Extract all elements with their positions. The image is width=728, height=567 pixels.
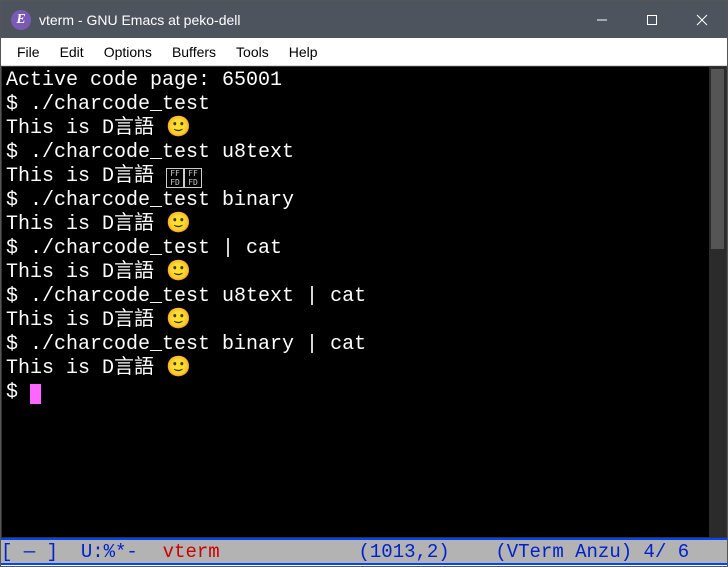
modeline-buffer-name: vterm bbox=[161, 541, 222, 563]
prompt: $ bbox=[6, 93, 30, 116]
prompt: $ bbox=[6, 189, 30, 212]
prompt: $ bbox=[6, 141, 30, 164]
terminal-line: $ bbox=[6, 381, 722, 405]
output-text: This is D言語 bbox=[6, 213, 166, 236]
terminal-line: $ ./charcode_test | cat bbox=[6, 237, 722, 261]
terminal-line: Active code page: 65001 bbox=[6, 69, 722, 93]
prompt: $ bbox=[6, 237, 30, 260]
titlebar: E vterm - GNU Emacs at peko-dell bbox=[1, 1, 727, 38]
terminal-line: $ ./charcode_test binary bbox=[6, 189, 722, 213]
command-text: ./charcode_test u8text bbox=[30, 141, 294, 164]
prompt: $ bbox=[6, 333, 30, 356]
menu-options[interactable]: Options bbox=[94, 41, 162, 63]
command-text: ./charcode_test binary | cat bbox=[30, 333, 366, 356]
smile-emoji: 🙂 bbox=[166, 357, 191, 380]
modeline-mode: (VTerm Anzu) 4/ 6 bbox=[495, 541, 689, 563]
output-text: This is D言語 bbox=[6, 357, 166, 380]
menu-tools[interactable]: Tools bbox=[226, 41, 279, 63]
prompt: $ bbox=[6, 285, 30, 308]
output-text: This is D言語 bbox=[6, 309, 166, 332]
maximize-button[interactable] bbox=[627, 1, 677, 38]
command-text: ./charcode_test bbox=[30, 93, 210, 116]
menu-help[interactable]: Help bbox=[279, 41, 328, 63]
modeline-spacer bbox=[222, 541, 359, 563]
modeline-position: (1013,2) bbox=[358, 541, 449, 563]
replacement-char-icon: FF FD bbox=[166, 168, 184, 188]
terminal-line: $ ./charcode_test binary | cat bbox=[6, 333, 722, 357]
menubar: File Edit Options Buffers Tools Help bbox=[1, 38, 727, 66]
modeline: [ — ] U:%*- vterm (1013,2) (VTerm Anzu) … bbox=[1, 538, 727, 565]
modeline-spacer2 bbox=[450, 541, 496, 563]
terminal-line: $ ./charcode_test u8text bbox=[6, 141, 722, 165]
minimize-button[interactable] bbox=[577, 1, 627, 38]
terminal-line: This is D言語 🙂 bbox=[6, 309, 722, 333]
command-text: ./charcode_test binary bbox=[30, 189, 294, 212]
terminal-area[interactable]: Active code page: 65001$ ./charcode_test… bbox=[1, 66, 727, 538]
prompt: $ bbox=[6, 381, 30, 404]
output-text: Active code page: 65001 bbox=[6, 69, 282, 92]
terminal-line: This is D言語 🙂 bbox=[6, 261, 722, 285]
terminal-line: This is D言語 🙂 bbox=[6, 213, 722, 237]
terminal-line: This is D言語 🙂 bbox=[6, 117, 722, 141]
terminal-line: $ ./charcode_test bbox=[6, 93, 722, 117]
command-text: ./charcode_test u8text | cat bbox=[30, 285, 366, 308]
smile-emoji: 🙂 bbox=[166, 261, 191, 284]
scrollbar-thumb[interactable] bbox=[711, 69, 724, 249]
output-text: This is D言語 bbox=[6, 261, 166, 284]
close-button[interactable] bbox=[677, 1, 727, 38]
menu-buffers[interactable]: Buffers bbox=[162, 41, 226, 63]
output-text: This is D言語 bbox=[6, 117, 166, 140]
replacement-char-icon: FF FD bbox=[184, 168, 202, 188]
terminal-cursor bbox=[30, 384, 41, 404]
smile-emoji: 🙂 bbox=[166, 117, 191, 140]
window-controls bbox=[577, 1, 727, 38]
menu-file[interactable]: File bbox=[7, 41, 50, 63]
smile-emoji: 🙂 bbox=[166, 213, 191, 236]
window-title: vterm - GNU Emacs at peko-dell bbox=[39, 12, 577, 28]
smile-emoji: 🙂 bbox=[166, 309, 191, 332]
modeline-status: [ — ] U:%*- bbox=[1, 541, 161, 563]
output-text: This is D言語 bbox=[6, 165, 166, 188]
terminal-line: This is D言語 FF FDFF FD bbox=[6, 165, 722, 189]
command-text: ./charcode_test | cat bbox=[30, 237, 282, 260]
terminal-line: $ ./charcode_test u8text | cat bbox=[6, 285, 722, 309]
menu-edit[interactable]: Edit bbox=[50, 41, 94, 63]
emacs-icon: E bbox=[11, 10, 31, 30]
scrollbar[interactable] bbox=[709, 67, 726, 537]
terminal-line: This is D言語 🙂 bbox=[6, 357, 722, 381]
